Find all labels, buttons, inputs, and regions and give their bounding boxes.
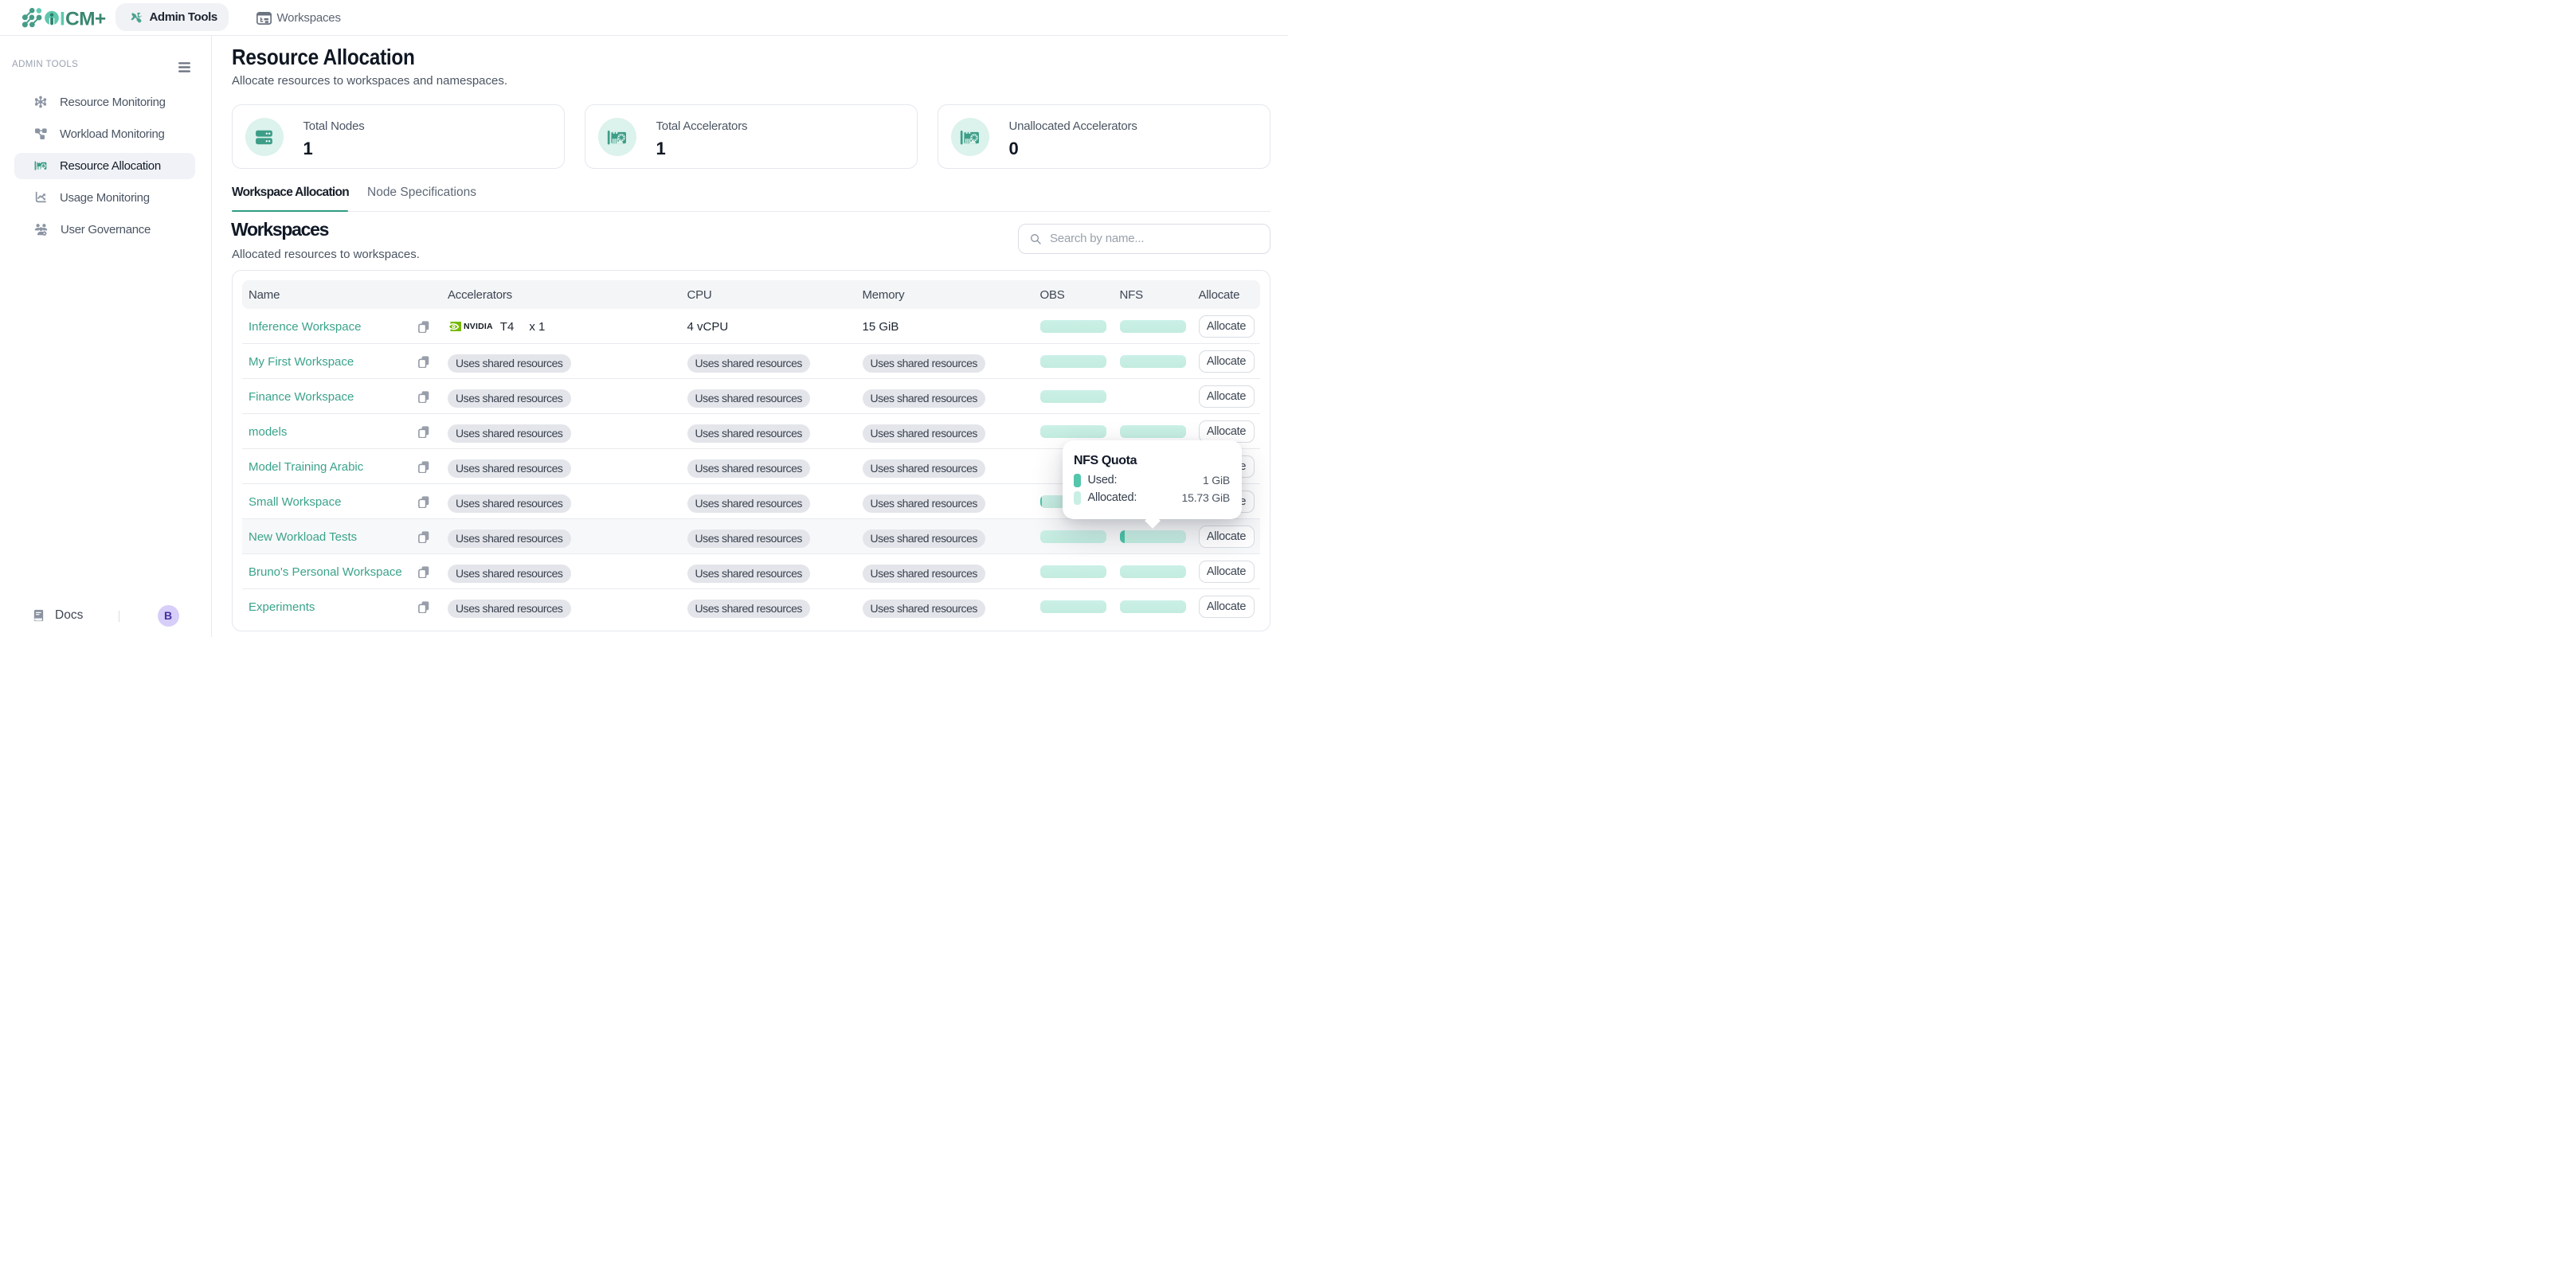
svg-text:CM+: CM+ [65,8,106,29]
svg-text:I: I [60,8,65,29]
